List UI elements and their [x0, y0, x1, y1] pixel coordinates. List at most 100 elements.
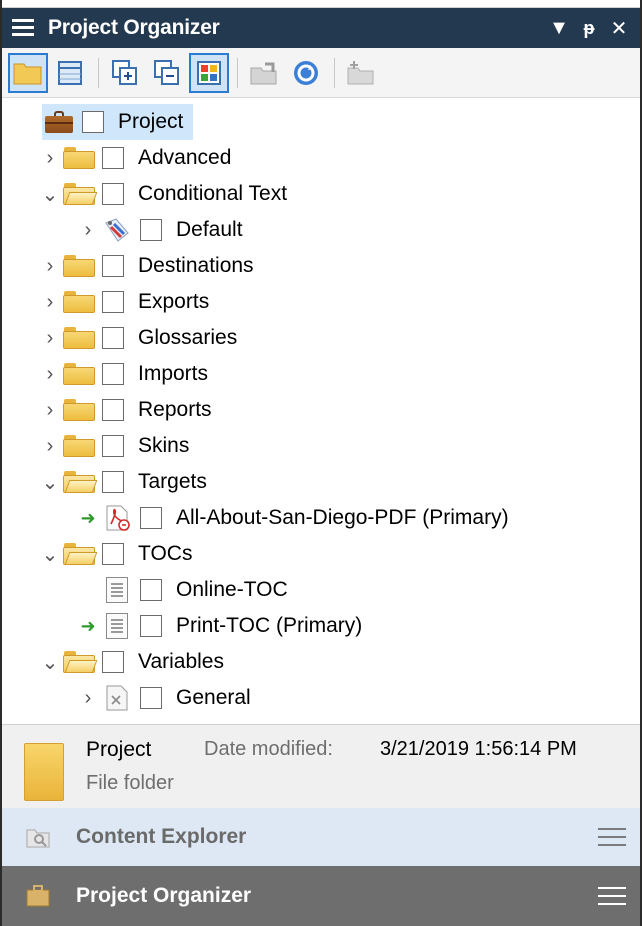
- dropdown-arrow-icon[interactable]: ▼: [544, 17, 574, 40]
- tree-item[interactable]: › Default: [76, 212, 243, 248]
- tree-label: Destinations: [138, 254, 254, 277]
- expand-all-button[interactable]: [105, 53, 145, 93]
- window-title: Project Organizer: [48, 16, 220, 39]
- window-top-edge: [2, 0, 640, 8]
- tree-item[interactable]: › Advanced: [38, 140, 231, 176]
- tree-label: Glossaries: [138, 326, 238, 349]
- tree-item[interactable]: ⌄ Variables: [38, 644, 224, 680]
- checkbox[interactable]: [140, 579, 162, 601]
- open-folder-icon: [62, 541, 98, 567]
- condition-tag-icon: [100, 217, 134, 243]
- checkbox[interactable]: [102, 147, 124, 169]
- checkbox[interactable]: [102, 543, 124, 565]
- tree-label: Project: [118, 110, 184, 133]
- primary-arrow-icon: ➜: [80, 615, 96, 636]
- checkbox[interactable]: [102, 471, 124, 493]
- panel-menu-icon[interactable]: [598, 885, 626, 907]
- folder-icon: [62, 145, 96, 171]
- collapse-all-button[interactable]: [147, 53, 187, 93]
- close-icon[interactable]: ✕: [604, 16, 634, 41]
- new-folder-button[interactable]: [341, 53, 381, 93]
- checkbox[interactable]: [102, 255, 124, 277]
- content-explorer-panel[interactable]: Content Explorer: [2, 808, 640, 866]
- chevron-right-icon[interactable]: ›: [38, 147, 62, 170]
- checkbox[interactable]: [102, 651, 124, 673]
- content-explorer-icon: [26, 829, 50, 848]
- checkbox[interactable]: [102, 363, 124, 385]
- details-name: Project: [86, 738, 152, 761]
- open-button[interactable]: [244, 53, 284, 93]
- new-folder-icon: [347, 60, 374, 84]
- pin-icon[interactable]: ᵽ: [574, 18, 604, 39]
- tree-label: Advanced: [138, 146, 232, 169]
- tree-item[interactable]: › Imports: [38, 356, 208, 392]
- tree-item[interactable]: › Exports: [38, 284, 209, 320]
- checkbox[interactable]: [140, 615, 162, 637]
- tree-item[interactable]: ➜ Print-TOC (Primary): [76, 608, 362, 644]
- date-modified-value: 3/21/2019 1:56:14 PM: [380, 738, 577, 760]
- chevron-right-icon[interactable]: ›: [38, 255, 62, 278]
- primary-arrow-icon: ➜: [80, 507, 96, 528]
- open-icon: [250, 62, 277, 84]
- tree-label: General: [176, 686, 251, 709]
- chevron-right-icon[interactable]: ›: [38, 363, 62, 386]
- tree-item[interactable]: ⌄ Targets: [38, 464, 207, 500]
- chevron-right-icon[interactable]: ›: [76, 687, 100, 710]
- chevron-down-icon[interactable]: ⌄: [38, 182, 62, 207]
- tree-item[interactable]: › General: [76, 680, 251, 716]
- chevron-down-icon[interactable]: ⌄: [38, 650, 62, 675]
- chevron-right-icon[interactable]: ›: [38, 327, 62, 350]
- chevron-down-icon[interactable]: ⌄: [38, 470, 62, 495]
- checkbox[interactable]: [82, 111, 104, 133]
- tree-root-project[interactable]: Project: [42, 104, 194, 140]
- project-organizer-label: Project Organizer: [76, 884, 252, 907]
- tree-item[interactable]: ⌄ Conditional Text: [38, 176, 287, 212]
- tree-item[interactable]: Online-TOC: [76, 572, 288, 608]
- chevron-right-icon[interactable]: ›: [76, 219, 100, 242]
- tree-label: Variables: [138, 650, 224, 673]
- show-colors-button[interactable]: [189, 52, 229, 93]
- collapse-all-icon: [154, 59, 179, 85]
- tree-item[interactable]: › Destinations: [38, 248, 254, 284]
- checkbox[interactable]: [102, 435, 124, 457]
- toc-document-icon: [100, 577, 134, 603]
- tree-item[interactable]: › Glossaries: [38, 320, 237, 356]
- menu-icon[interactable]: [12, 19, 34, 37]
- folder-view-button[interactable]: [8, 52, 48, 93]
- chevron-right-icon[interactable]: ›: [38, 435, 62, 458]
- tree-label: All-About-San-Diego-PDF (Primary): [176, 506, 509, 529]
- details-type: File folder: [86, 772, 174, 794]
- tree-item[interactable]: ⌄ TOCs: [38, 536, 193, 572]
- project-organizer-icon: [26, 885, 50, 907]
- expand-all-icon: [112, 59, 137, 85]
- tree-label: Exports: [138, 290, 210, 313]
- project-organizer-panel[interactable]: Project Organizer: [2, 866, 640, 926]
- title-bar: Project Organizer ▼ ᵽ ✕: [2, 8, 640, 48]
- checkbox[interactable]: [102, 399, 124, 421]
- content-explorer-label: Content Explorer: [76, 825, 247, 848]
- tree-label: TOCs: [138, 542, 193, 565]
- checkbox[interactable]: [102, 183, 124, 205]
- checkbox[interactable]: [140, 687, 162, 709]
- tree-label: Print-TOC (Primary): [176, 614, 363, 637]
- checkbox[interactable]: [140, 219, 162, 241]
- tree-item[interactable]: › Skins: [38, 428, 189, 464]
- folder-icon: [62, 325, 96, 351]
- chevron-down-icon[interactable]: ⌄: [38, 542, 62, 567]
- tree-label: Online-TOC: [176, 578, 288, 601]
- checkbox[interactable]: [102, 291, 124, 313]
- toc-document-icon: [100, 613, 134, 639]
- chevron-right-icon[interactable]: ›: [38, 399, 62, 422]
- refresh-button[interactable]: [286, 53, 326, 93]
- tree-label: Conditional Text: [138, 182, 288, 205]
- chevron-right-icon[interactable]: ›: [38, 291, 62, 314]
- tree-item[interactable]: ➜ All-About-San-Diego-PDF (Primary): [76, 500, 509, 536]
- refresh-icon: [294, 60, 318, 85]
- checkbox[interactable]: [102, 327, 124, 349]
- checkbox[interactable]: [140, 507, 162, 529]
- toolbar-separator: [334, 57, 335, 88]
- open-folder-icon: [62, 469, 98, 495]
- grid-view-button[interactable]: [50, 53, 90, 93]
- panel-menu-icon[interactable]: [598, 826, 626, 848]
- tree-item[interactable]: › Reports: [38, 392, 212, 428]
